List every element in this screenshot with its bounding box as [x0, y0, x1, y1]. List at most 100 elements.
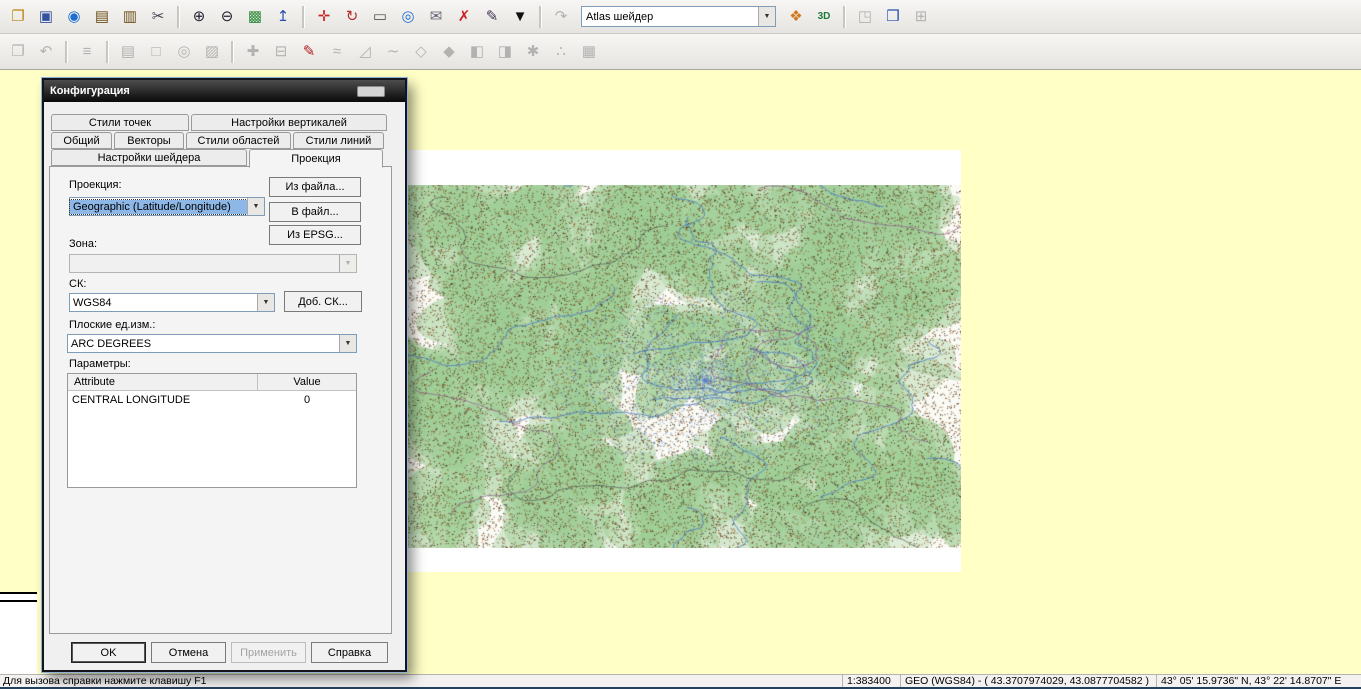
frame-button: □ [143, 39, 169, 65]
secondary-toolbar: ❐↶≡▤□◎▨✚⊟✎≈◿∼◇◆◧◨✱∴▦ [0, 34, 1361, 70]
tab-general[interactable]: Общий [51, 132, 112, 149]
zoom-out-icon: ⊖ [221, 9, 234, 24]
status-geo-coordinates: GEO (WGS84) - ( 43.3707974029, 43.087770… [900, 675, 1156, 687]
zoom-in-button[interactable]: ⊕ [186, 4, 212, 30]
param-value-cell: 0 [258, 391, 356, 408]
cs-combobox[interactable]: WGS84 ▼ [69, 293, 275, 312]
chevron-down-icon[interactable]: ▼ [247, 198, 264, 215]
grid-fill-button: ▦ [576, 39, 602, 65]
toolbar-separator [843, 6, 846, 28]
tab-vertical-settings[interactable]: Настройки вертикалей [191, 114, 387, 131]
toolbar-separator [302, 6, 305, 28]
to-file-button[interactable]: В файл... [269, 202, 361, 222]
ruler-button[interactable]: ▭ [367, 4, 393, 30]
remove-object-button: ⊟ [268, 39, 294, 65]
star-tool-button: ✱ [520, 39, 546, 65]
find-button[interactable]: ◎ [395, 4, 421, 30]
view-3d-button[interactable]: 3D [811, 4, 837, 30]
tab-area-styles[interactable]: Стили областей [186, 132, 291, 149]
tab-row-2: ОбщийВекторыСтили областейСтили линий [51, 132, 384, 149]
zoom-in-icon: ⊕ [193, 9, 206, 24]
legend-button[interactable]: ❒ [880, 4, 906, 30]
curve-icon: ∼ [387, 44, 400, 59]
legend-icon: ❒ [886, 9, 899, 24]
ok-button[interactable]: OK [71, 642, 146, 663]
units-combobox[interactable]: ARC DEGREES ▼ [67, 334, 357, 353]
wave-icon: ≈ [333, 44, 341, 59]
dialog-titlebar[interactable]: Конфигурация [44, 80, 405, 102]
projection-combobox[interactable]: Geographic (Latitude/Longitude) ▼ [69, 197, 265, 216]
tab-projection[interactable]: Проекция [249, 149, 383, 168]
toolbar-separator [106, 41, 109, 63]
split-left-button: ◧ [464, 39, 490, 65]
status-help-text: Для вызова справки нажмите клавишу F1 [0, 675, 842, 687]
split-right-icon: ◨ [498, 44, 512, 59]
draw-button[interactable]: ✎ [479, 4, 505, 30]
align-icon: ≡ [83, 44, 92, 59]
topographic-map-canvas[interactable] [405, 185, 961, 548]
cancel-button[interactable]: Отмена [151, 642, 226, 663]
tab-row-3: Настройки шейдераПроекция [51, 149, 383, 166]
expand-more-button[interactable]: ▼ [507, 4, 533, 30]
apply-button: Применить [231, 642, 306, 663]
dialog-titlebar-button[interactable] [357, 86, 385, 97]
edit-shader-button[interactable]: ✎ [296, 39, 322, 65]
world-button[interactable]: ◉ [61, 4, 87, 30]
pan-up-button[interactable]: ↥ [270, 4, 296, 30]
fit-extent-button[interactable]: ▩ [242, 4, 268, 30]
from-file-button[interactable]: Из файла... [269, 177, 361, 197]
undo-icon: ↶ [40, 44, 53, 59]
attribute-column-header[interactable]: Attribute [68, 374, 258, 390]
polygon-icon: ◇ [415, 44, 427, 59]
chevron-down-icon[interactable]: ▼ [758, 7, 775, 26]
zone-label: Зона: [69, 238, 97, 250]
cut-button[interactable]: ✂ [145, 4, 171, 30]
undo-button: ↶ [33, 39, 59, 65]
zoom-area-button[interactable]: ✛ [311, 4, 337, 30]
zone-combobox: ▼ [69, 254, 357, 273]
map-view[interactable] [405, 150, 961, 572]
delete-button[interactable]: ✗ [451, 4, 477, 30]
toolbar-separator [539, 6, 542, 28]
frame-icon: □ [151, 44, 160, 59]
tab-point-styles[interactable]: Стили точек [51, 114, 189, 131]
help-button[interactable]: Справка [311, 642, 388, 663]
shader-combobox[interactable]: Atlas шейдер▼ [581, 6, 776, 27]
chevron-down-icon[interactable]: ▼ [339, 335, 356, 352]
from-epsg-button[interactable]: Из EPSG... [269, 225, 361, 245]
polygon-button: ◇ [408, 39, 434, 65]
split-left-icon: ◧ [470, 44, 484, 59]
shader-combobox-value: Atlas шейдер [582, 11, 758, 23]
curve-button: ∼ [380, 39, 406, 65]
fit-extent-icon: ▩ [248, 9, 262, 24]
chevron-down-icon[interactable]: ▼ [257, 294, 274, 311]
dock-panel-divider [0, 600, 37, 602]
projection-label: Проекция: [69, 179, 122, 191]
edit-shader-icon: ✎ [303, 44, 316, 59]
add-cs-button[interactable]: Доб. СК... [284, 291, 362, 312]
parameters-table: Attribute Value CENTRAL LONGITUDE0 [67, 373, 357, 488]
map-book-edit-icon: ▥ [123, 9, 137, 24]
param-table-row[interactable]: CENTRAL LONGITUDE0 [68, 391, 356, 408]
save-button[interactable]: ▣ [33, 4, 59, 30]
open-button[interactable]: ❐ [5, 4, 31, 30]
tab-vectors[interactable]: Векторы [114, 132, 184, 149]
zoom-out-button[interactable]: ⊖ [214, 4, 240, 30]
value-column-header[interactable]: Value [258, 374, 356, 390]
tab-shader-settings[interactable]: Настройки шейдера [51, 149, 247, 166]
find-icon: ◎ [401, 9, 414, 24]
redo-button: ↷ [548, 4, 574, 30]
open-secondary-button: ❐ [5, 39, 31, 65]
rotate-view-button[interactable]: ↻ [339, 4, 365, 30]
parameters-table-body: CENTRAL LONGITUDE0 [68, 391, 356, 408]
mail-button[interactable]: ✉ [423, 4, 449, 30]
tab-line-styles[interactable]: Стили линий [293, 132, 384, 149]
merge-button: ◆ [436, 39, 462, 65]
map-book-edit-button[interactable]: ▥ [117, 4, 143, 30]
shader-palette-button[interactable]: ❖ [783, 4, 809, 30]
target-button: ◎ [171, 39, 197, 65]
projection-combobox-value: Geographic (Latitude/Longitude) [70, 200, 247, 214]
draw-icon: ✎ [486, 9, 499, 24]
rotate-view-icon: ↻ [346, 9, 359, 24]
map-book-button[interactable]: ▤ [89, 4, 115, 30]
